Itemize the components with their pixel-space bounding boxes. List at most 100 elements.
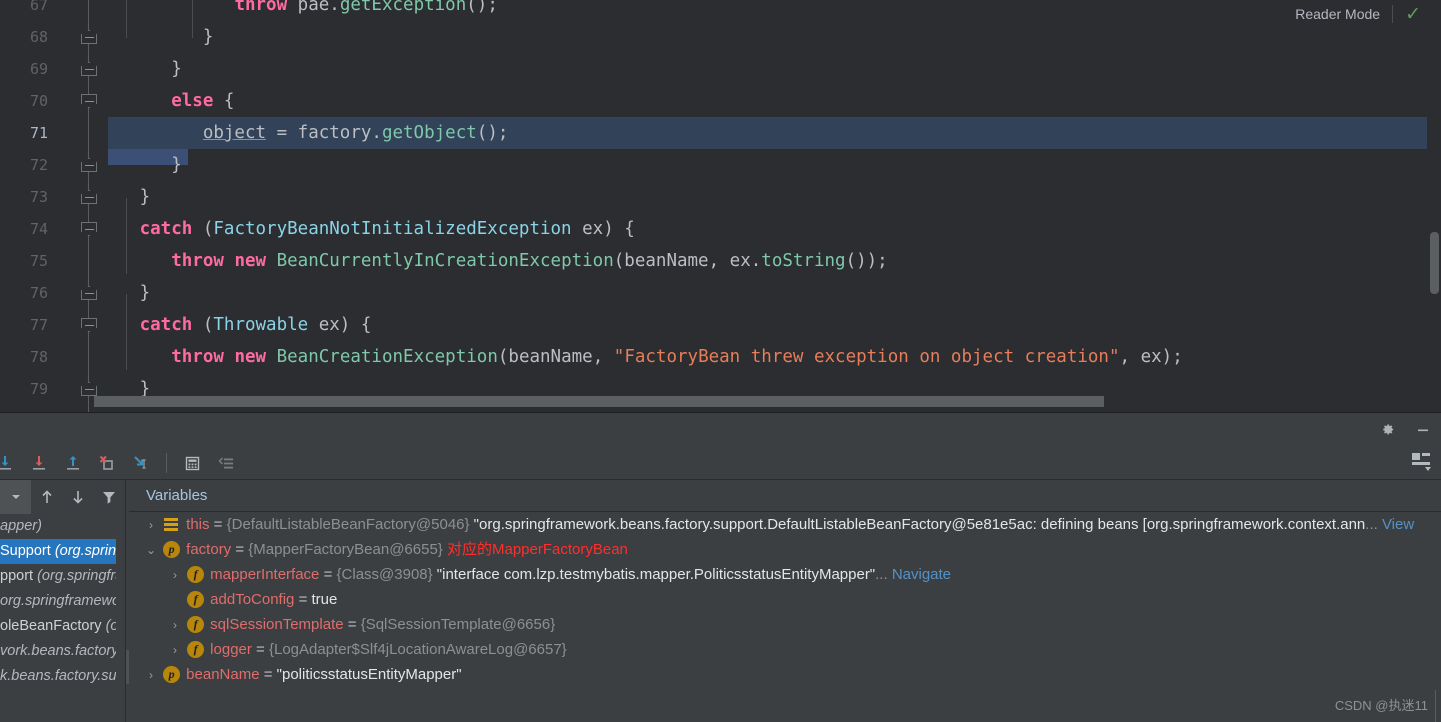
variable-row[interactable]: › p beanName = "politicsstatusEntityMappe… xyxy=(129,662,1441,687)
step-over-icon[interactable] xyxy=(0,446,22,480)
fold-marker[interactable] xyxy=(81,382,97,396)
run-to-cursor-icon[interactable] xyxy=(124,446,158,480)
value-action-link[interactable]: View xyxy=(1382,516,1414,533)
variable-name: logger xyxy=(210,641,252,658)
drop-frame-icon[interactable] xyxy=(90,446,124,480)
chevron-down-icon[interactable]: ⌄ xyxy=(143,538,159,563)
code-token: pae. xyxy=(287,0,340,15)
fold-marker[interactable] xyxy=(81,222,97,236)
variable-reference: {SqlSessionTemplate@6656} xyxy=(360,616,556,633)
arrow-down-red-icon[interactable] xyxy=(22,446,56,480)
variable-value: "org.springframework.beans.factory.suppo… xyxy=(469,516,1366,533)
code-line[interactable]: throw new BeanCreationException(beanName… xyxy=(108,341,1427,373)
reader-mode-indicator[interactable]: Reader Mode ✓ xyxy=(1283,0,1441,28)
layout-settings-icon[interactable] xyxy=(1411,452,1433,472)
frame-item[interactable]: oleBeanFactory (or xyxy=(0,614,125,639)
code-token: = factory. xyxy=(266,123,382,143)
line-number: 78 xyxy=(29,348,48,366)
fold-marker[interactable] xyxy=(81,158,97,172)
variable-row[interactable]: › f mapperInterface = {Class@3908} "inter… xyxy=(129,562,1441,587)
chevron-right-icon[interactable]: › xyxy=(143,513,159,538)
code-editor[interactable]: 67 68 69 70 71 72 73 74 75 76 77 78 79 throw pae.get… xyxy=(0,0,1441,412)
code-token: } xyxy=(108,187,151,207)
code-token: toString xyxy=(761,251,846,271)
frame-package: (org.springfra xyxy=(37,568,124,584)
frames-toolbar[interactable] xyxy=(0,480,125,514)
code-line[interactable]: } xyxy=(108,53,1427,85)
variable-row[interactable]: › this = {DefaultListableBeanFactory@504… xyxy=(129,512,1441,537)
scrollbar-thumb[interactable] xyxy=(94,396,1104,407)
editor-horizontal-scrollbar[interactable] xyxy=(94,396,1424,407)
frame-item[interactable]: k.beans.factory.sup xyxy=(0,664,125,689)
fold-marker[interactable] xyxy=(81,94,97,108)
value-action-link[interactable]: Navigate xyxy=(892,566,951,583)
line-number: 71 xyxy=(29,124,48,142)
indent-guide xyxy=(126,294,127,370)
equals-sign: = xyxy=(209,516,227,533)
fold-marker[interactable] xyxy=(81,62,97,76)
indent-guide xyxy=(126,198,127,274)
frames-scrollbar[interactable] xyxy=(116,514,241,722)
debug-toolbar[interactable] xyxy=(0,446,1441,480)
frames-list[interactable]: apper) Support (org.spring pport (org.spri… xyxy=(0,514,125,722)
code-text-area[interactable]: throw pae.getException(); } } else { obj… xyxy=(108,0,1427,412)
code-token: (beanName, ex. xyxy=(613,251,762,271)
reader-mode-label: Reader Mode xyxy=(1295,6,1381,22)
variable-reference: {MapperFactoryBean@6655} xyxy=(248,541,443,558)
frame-item[interactable]: pport (org.springfra xyxy=(0,564,125,589)
frame-method: pport xyxy=(0,568,34,584)
step-out-icon[interactable] xyxy=(56,446,90,480)
minimize-icon[interactable] xyxy=(1413,420,1433,440)
frame-item[interactable]: apper) xyxy=(0,514,125,539)
variables-tab-title[interactable]: Variables xyxy=(129,480,207,512)
variable-reference: {DefaultListableBeanFactory@5046} xyxy=(226,516,470,533)
align-lines-icon[interactable] xyxy=(209,446,243,480)
scrollbar-thumb[interactable] xyxy=(1430,232,1439,294)
ide-window: 67 68 69 70 71 72 73 74 75 76 77 78 79 throw pae.get… xyxy=(0,0,1441,722)
fold-marker[interactable] xyxy=(81,318,97,332)
chevron-right-icon[interactable]: › xyxy=(167,563,183,588)
code-line[interactable]: else { xyxy=(108,85,1427,117)
code-line[interactable]: catch (FactoryBeanNotInitializedExceptio… xyxy=(108,213,1427,245)
fold-marker[interactable] xyxy=(81,30,97,44)
line-number: 72 xyxy=(29,156,48,174)
frame-package: org.springframewor xyxy=(0,593,125,609)
code-line[interactable]: } xyxy=(108,21,1427,53)
funnel-icon[interactable] xyxy=(94,480,125,514)
code-line[interactable]: } xyxy=(108,149,1427,181)
editor-gutter[interactable]: 67 68 69 70 71 72 73 74 75 76 77 78 79 xyxy=(0,0,108,412)
variable-reference: {LogAdapter$Slf4jLocationAwareLog@6657} xyxy=(268,641,567,658)
chevron-down-icon[interactable] xyxy=(0,480,32,514)
editor-vertical-scrollbar[interactable] xyxy=(1427,0,1441,412)
equals-sign: = xyxy=(231,541,249,558)
frame-down-button[interactable] xyxy=(63,480,94,514)
code-line[interactable]: throw new BeanCurrentlyInCreationExcepti… xyxy=(108,245,1427,277)
frame-up-button[interactable] xyxy=(31,480,62,514)
code-line[interactable]: } xyxy=(108,181,1427,213)
gear-icon[interactable] xyxy=(1377,420,1397,440)
frame-item[interactable]: org.springframewor xyxy=(0,589,125,614)
code-token: } xyxy=(108,59,182,79)
code-line[interactable]: catch (Throwable ex) { xyxy=(108,309,1427,341)
fold-marker[interactable] xyxy=(81,286,97,300)
frame-item[interactable]: Support (org.spring xyxy=(0,539,125,564)
variable-row[interactable]: ⌄ p factory = {MapperFactoryBean@6655} 对应… xyxy=(129,537,1441,562)
variable-row[interactable]: › f logger = {LogAdapter$Slf4jLocationAwa… xyxy=(129,637,1441,662)
code-token: throw xyxy=(234,0,288,15)
debug-panel-header xyxy=(0,413,1441,446)
chevron-right-icon[interactable]: › xyxy=(167,613,183,638)
code-token: BeanCurrentlyInCreationException xyxy=(276,251,614,271)
variables-tree[interactable]: › this = {DefaultListableBeanFactory@504… xyxy=(129,512,1441,722)
variable-row[interactable]: f addToConfig = true xyxy=(129,587,1441,612)
code-line[interactable]: throw pae.getException(); xyxy=(108,0,1427,21)
code-token: (beanName, xyxy=(497,347,614,367)
code-token: } xyxy=(108,283,151,303)
code-line[interactable]: } xyxy=(108,277,1427,309)
code-line[interactable]: object = factory.getObject(); xyxy=(108,117,1427,149)
fold-marker[interactable] xyxy=(81,190,97,204)
chevron-right-icon[interactable]: › xyxy=(167,638,183,663)
calculator-icon[interactable] xyxy=(175,446,209,480)
variable-row[interactable]: › f sqlSessionTemplate = {SqlSessionTempl… xyxy=(129,612,1441,637)
frame-item[interactable]: vork.beans.factory.s xyxy=(0,639,125,664)
chevron-right-icon[interactable]: › xyxy=(143,663,159,688)
